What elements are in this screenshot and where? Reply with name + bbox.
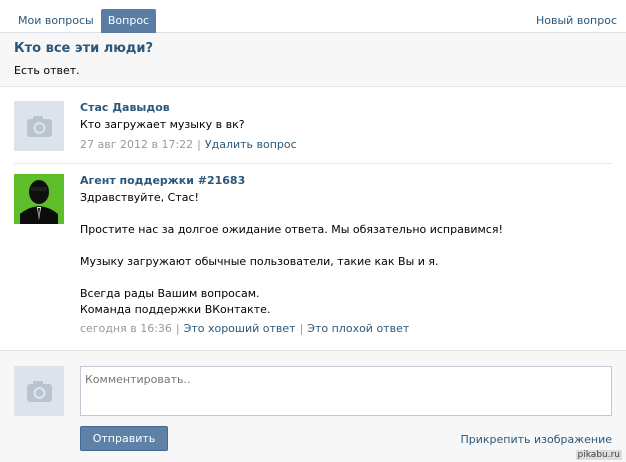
comment-input[interactable] <box>80 366 612 416</box>
agent-figure-icon <box>14 174 64 224</box>
message-divider <box>14 163 612 164</box>
meta-separator: | <box>175 322 180 335</box>
agent-message-meta: сегодня в 16:36 | Это хороший ответ | Это пл… <box>80 322 409 335</box>
meta-separator: | <box>197 138 201 151</box>
agent-line-answer: Музыку загружают обычные пользователи, т… <box>80 255 439 268</box>
tab-my-questions[interactable]: Мои вопросы <box>9 9 103 33</box>
user-message-text: Кто загружает музыку в вк? <box>80 118 245 131</box>
camera-icon <box>27 116 52 137</box>
tab-question[interactable]: Вопрос <box>101 9 156 33</box>
agent-line-apology: Простите нас за долгое ожидание ответа. … <box>80 223 503 236</box>
agent-line-greeting: Здравствуйте, Стас! <box>80 191 199 204</box>
camera-icon <box>27 381 52 402</box>
attach-image-link[interactable]: Прикрепить изображение <box>460 433 612 446</box>
agent-avatar[interactable] <box>14 174 64 224</box>
bad-answer-link[interactable]: Это плохой ответ <box>307 322 409 335</box>
watermark: pikabu.ru <box>575 450 622 460</box>
agent-message-date: сегодня в 16:36 <box>80 322 172 335</box>
meta-separator: | <box>299 322 304 335</box>
question-title: Кто все эти люди? <box>14 41 154 56</box>
agent-line-signature: Команда поддержки ВКонтакте. <box>80 303 271 316</box>
user-author-name[interactable]: Стас Давыдов <box>80 101 170 114</box>
send-button[interactable]: Отправить <box>80 426 168 451</box>
tab-bar: Мои вопросы Вопрос Новый вопрос <box>0 0 626 33</box>
user-avatar[interactable] <box>14 101 64 151</box>
question-status: Есть ответ. <box>14 64 80 77</box>
question-header: Кто все эти люди? Есть ответ. <box>0 33 626 87</box>
good-answer-link[interactable]: Это хороший ответ <box>184 322 296 335</box>
current-user-avatar <box>14 366 64 416</box>
delete-question-link[interactable]: Удалить вопрос <box>205 138 297 151</box>
reply-box: Отправить Прикрепить изображение <box>0 350 626 462</box>
user-message-meta: 27 авг 2012 в 17:22 | Удалить вопрос <box>80 138 297 151</box>
new-question-link[interactable]: Новый вопрос <box>536 9 617 33</box>
agent-line-closing: Всегда рады Вашим вопросам. <box>80 287 260 300</box>
agent-author-name[interactable]: Агент поддержки #21683 <box>80 174 245 187</box>
user-message-date: 27 авг 2012 в 17:22 <box>80 138 194 151</box>
